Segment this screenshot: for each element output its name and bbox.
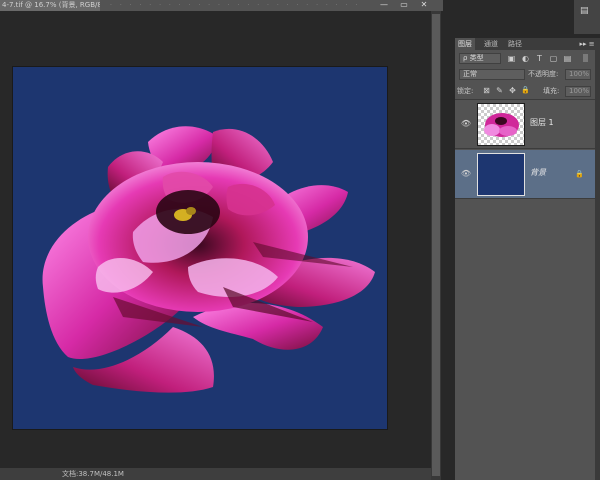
- minimize-button[interactable]: —: [378, 1, 390, 9]
- tab-channels[interactable]: 通道: [481, 38, 501, 50]
- visibility-eye-icon[interactable]: 👁: [460, 119, 472, 129]
- image-filter-icon[interactable]: ▣: [507, 54, 516, 63]
- blend-mode-select[interactable]: 正常: [459, 69, 525, 80]
- window-controls: — ▭ ✕: [360, 0, 440, 11]
- layer-name[interactable]: 背景: [530, 167, 546, 179]
- layer-row[interactable]: 👁 图层 1: [455, 100, 595, 149]
- layer-lock-icon: 🔒: [575, 170, 584, 178]
- layer-filter-row: ρ 类型 ▣ ◐ T ▢ ▤: [455, 50, 600, 66]
- lock-transparency-icon[interactable]: ⊠: [482, 86, 491, 95]
- layer-thumbnail: [477, 153, 525, 196]
- smart-object-filter-icon[interactable]: ▤: [563, 54, 572, 63]
- fill-label: 填充:: [543, 87, 560, 95]
- filter-type-select[interactable]: ρ 类型: [459, 53, 501, 64]
- type-filter-icon[interactable]: T: [535, 54, 544, 63]
- blend-opacity-row: 正常 不透明度: 100%: [455, 66, 600, 82]
- lock-pixels-icon[interactable]: ✎: [495, 86, 504, 95]
- panel-scrollbar[interactable]: [595, 50, 600, 480]
- filter-toggle-switch[interactable]: [583, 54, 588, 62]
- panel-menu-button[interactable]: ▸▸ ≡: [574, 38, 600, 50]
- visibility-eye-icon[interactable]: 👁: [460, 169, 472, 179]
- close-button[interactable]: ✕: [418, 1, 430, 9]
- lock-position-icon[interactable]: ✥: [508, 86, 517, 95]
- restore-button[interactable]: ▭: [398, 1, 410, 9]
- document-canvas[interactable]: [13, 67, 387, 429]
- lock-all-icon[interactable]: 🔒: [521, 86, 530, 95]
- panel-icon[interactable]: ▤: [580, 6, 589, 16]
- layer-row-selected[interactable]: 👁 背景 🔒: [455, 150, 595, 199]
- document-tab[interactable]: 4-7.tif @ 16.7% (背景, RGB/8): [0, 0, 100, 11]
- layer-thumbnail: [477, 103, 525, 146]
- adjustment-filter-icon[interactable]: ◐: [521, 54, 530, 63]
- opacity-input[interactable]: 100%: [565, 69, 591, 80]
- collapsed-panel-strip: ▤: [574, 0, 600, 34]
- lock-label: 锁定:: [457, 87, 474, 95]
- peony-flower-image: [42, 126, 375, 393]
- opacity-label: 不透明度:: [528, 70, 559, 78]
- tab-paths[interactable]: 路径: [505, 38, 525, 50]
- document-size-info[interactable]: 文档:38.7M/48.1M: [62, 468, 124, 480]
- vertical-scrollbar-thumb[interactable]: [432, 14, 440, 476]
- layer-name[interactable]: 图层 1: [530, 117, 554, 129]
- fill-input[interactable]: 100%: [565, 86, 591, 97]
- tab-layers[interactable]: 图层: [455, 38, 475, 50]
- lock-fill-row: 锁定: ⊠ ✎ ✥ 🔒 填充: 100%: [455, 82, 600, 100]
- shape-filter-icon[interactable]: ▢: [549, 54, 558, 63]
- status-bar: 文档:38.7M/48.1M: [0, 468, 431, 480]
